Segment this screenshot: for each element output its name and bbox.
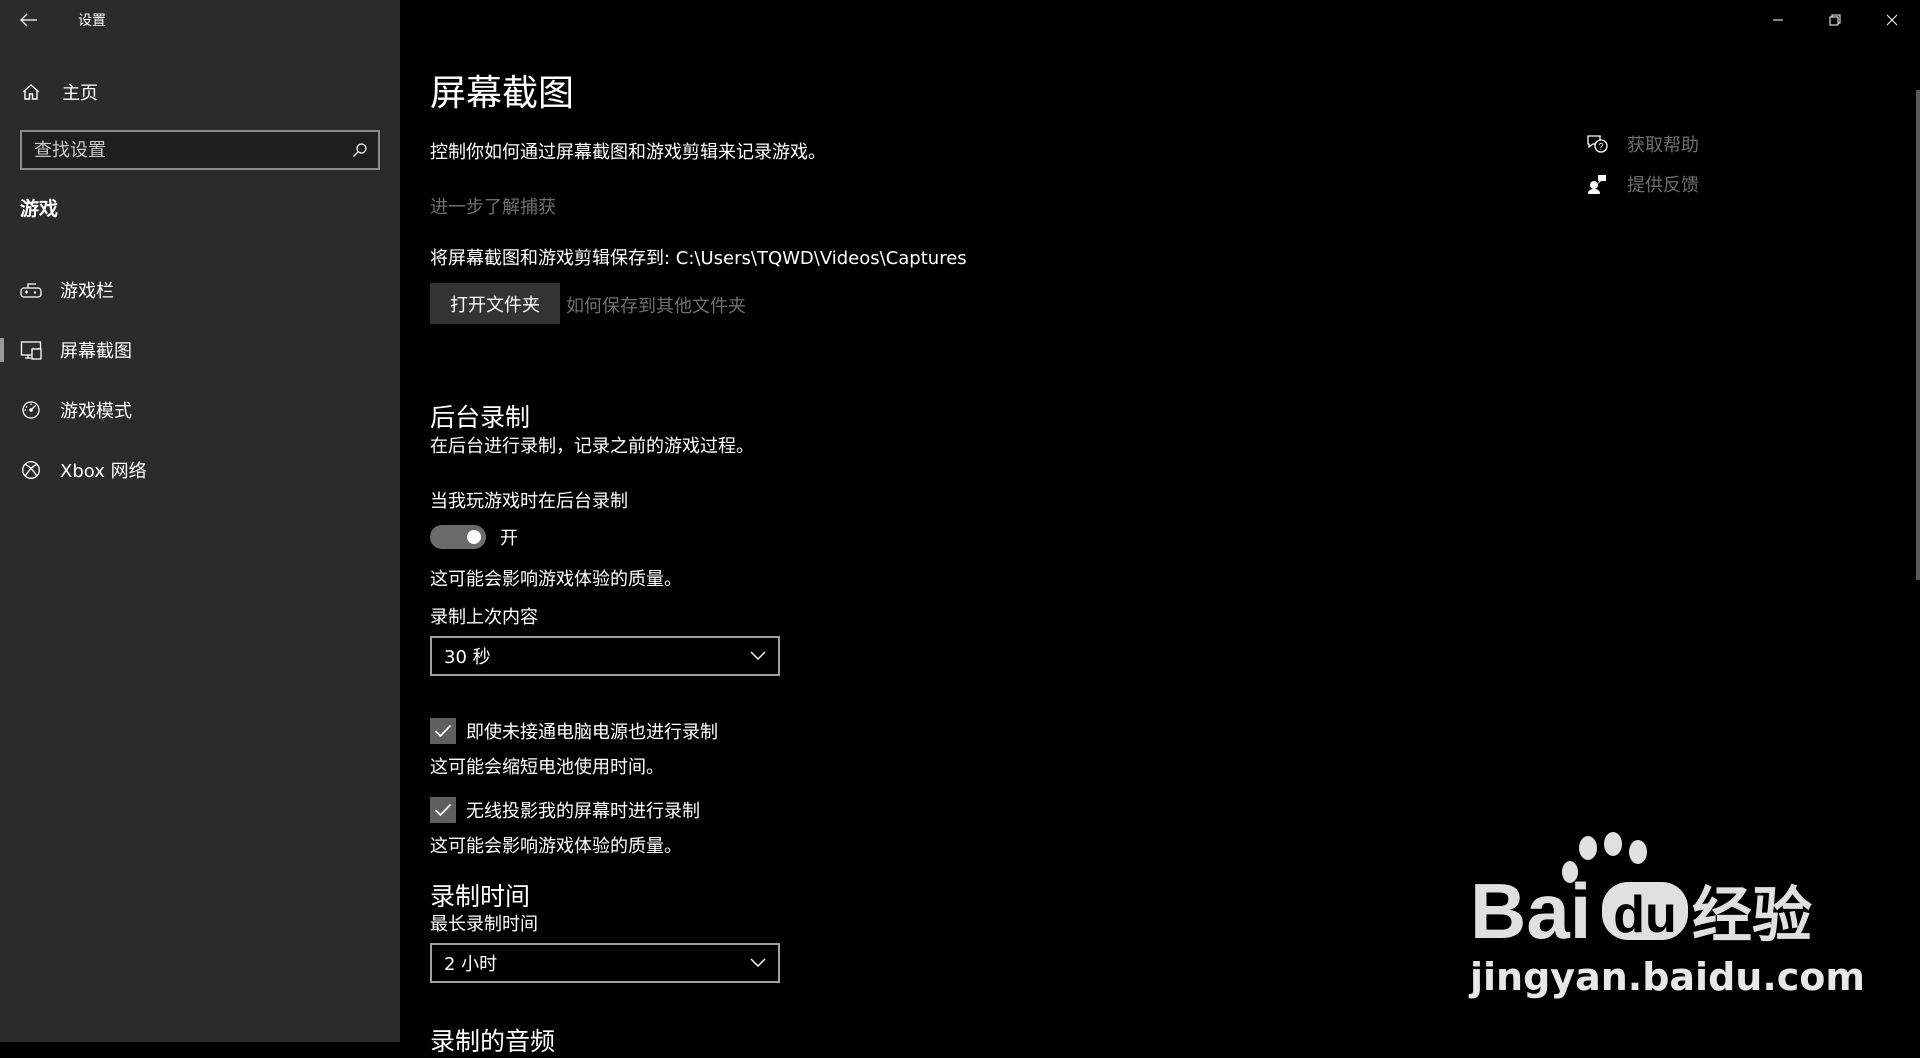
sidebar-item-label: 游戏模式	[60, 401, 132, 422]
wireless-record-checkbox-row[interactable]: 无线投影我的屏幕时进行录制	[430, 797, 700, 823]
main-content: 屏幕截图 控制你如何通过屏幕截图和游戏剪辑来记录游戏。 进一步了解捕获 将屏幕截…	[400, 0, 1920, 1056]
svg-text:?: ?	[1598, 142, 1603, 152]
app-title: 设置	[78, 13, 106, 29]
max-recording-length-dropdown[interactable]: 2 小时	[430, 943, 780, 983]
sidebar-nav: 游戏栏 屏幕截图 游戏模式 Xbox 网络	[0, 260, 400, 500]
sidebar: 设置 主页 游戏 游戏栏	[0, 0, 400, 1042]
restore-button[interactable]	[1806, 0, 1863, 40]
battery-note: 这可能会缩短电池使用时间。	[430, 757, 664, 778]
learn-more-link[interactable]: 进一步了解捕获	[430, 193, 556, 219]
sidebar-item-home[interactable]: 主页	[0, 72, 400, 112]
checkmark-icon	[434, 803, 452, 817]
search-box	[20, 130, 380, 170]
get-help-link[interactable]: ? 获取帮助	[1585, 124, 1699, 164]
toggle-state-label: 开	[500, 528, 518, 549]
svg-text:du: du	[1613, 886, 1677, 944]
close-icon	[1886, 14, 1897, 26]
minimize-button[interactable]	[1749, 0, 1806, 40]
back-button[interactable]	[0, 0, 58, 40]
wireless-note: 这可能会影响游戏体验的质量。	[430, 836, 682, 857]
sidebar-item-captures[interactable]: 屏幕截图	[0, 320, 400, 380]
background-recording-heading: 后台录制	[430, 403, 531, 432]
wireless-record-label: 无线投影我的屏幕时进行录制	[466, 801, 700, 822]
background-recording-toggle-row: 开	[430, 524, 518, 550]
get-help-label: 获取帮助	[1627, 135, 1699, 156]
background-recording-description: 在后台进行录制，记录之前的游戏过程。	[430, 436, 754, 457]
svg-text:经验: 经验	[1692, 881, 1812, 950]
recording-length-heading: 录制时间	[430, 882, 531, 911]
baidu-jingyan-logo: Bai du 经验	[1470, 832, 1812, 950]
battery-record-label: 即使未接通电脑电源也进行录制	[466, 722, 718, 743]
recorded-audio-heading: 录制的音频	[430, 1027, 556, 1056]
window-controls	[1749, 0, 1920, 40]
checkmark-icon	[434, 724, 452, 738]
chat-help-icon: ?	[1585, 132, 1609, 156]
captures-icon	[20, 339, 42, 361]
toggle-knob	[467, 530, 481, 544]
open-folder-button[interactable]: 打开文件夹	[430, 283, 560, 324]
game-bar-icon	[20, 279, 42, 301]
max-recording-length-value: 2 小时	[444, 954, 498, 975]
battery-record-checkbox-row[interactable]: 即使未接通电脑电源也进行录制	[430, 718, 718, 744]
sidebar-item-game-mode[interactable]: 游戏模式	[0, 380, 400, 440]
page-title: 屏幕截图	[430, 73, 575, 114]
record-last-label: 录制上次内容	[430, 607, 538, 628]
svg-text:Bai: Bai	[1470, 867, 1591, 950]
title-bar: 设置	[0, 0, 400, 40]
save-path-text: 将屏幕截图和游戏剪辑保存到: C:\Users\TQWD\Videos\Capt…	[430, 248, 967, 269]
max-recording-length-label: 最长录制时间	[430, 914, 538, 935]
background-recording-toggle-label: 当我玩游戏时在后台录制	[430, 491, 628, 512]
feedback-label: 提供反馈	[1627, 175, 1699, 196]
xbox-icon	[20, 459, 42, 481]
sidebar-item-label: 游戏栏	[60, 281, 114, 302]
page-description: 控制你如何通过屏幕截图和游戏剪辑来记录游戏。	[430, 142, 826, 163]
sidebar-section-header: 游戏	[20, 198, 59, 220]
scrollbar[interactable]	[1916, 90, 1920, 580]
watermark-url: jingyan.baidu.com	[1470, 955, 1865, 999]
sidebar-item-label: Xbox 网络	[60, 461, 147, 482]
baidu-watermark: Bai du 经验 jingyan.baidu.com	[1470, 830, 1865, 1010]
feedback-link[interactable]: 提供反馈	[1585, 164, 1699, 204]
help-panel: ? 获取帮助 提供反馈	[1585, 124, 1699, 204]
record-last-value: 30 秒	[444, 647, 491, 668]
search-input[interactable]	[22, 132, 342, 168]
home-icon	[20, 81, 42, 103]
toggle-note: 这可能会影响游戏体验的质量。	[430, 569, 682, 590]
record-last-dropdown[interactable]: 30 秒	[430, 636, 780, 676]
restore-icon	[1829, 14, 1840, 26]
battery-record-checkbox[interactable]	[430, 718, 456, 744]
background-recording-toggle[interactable]	[430, 525, 486, 549]
chevron-down-icon	[750, 958, 766, 967]
chevron-down-icon	[750, 651, 766, 660]
save-elsewhere-link[interactable]: 如何保存到其他文件夹	[566, 292, 746, 318]
sidebar-item-label: 屏幕截图	[60, 341, 132, 362]
game-mode-icon	[20, 399, 42, 421]
minimize-icon	[1772, 19, 1783, 21]
feedback-icon	[1585, 172, 1609, 196]
sidebar-item-xbox-network[interactable]: Xbox 网络	[0, 440, 400, 500]
sidebar-item-game-bar[interactable]: 游戏栏	[0, 260, 400, 320]
wireless-record-checkbox[interactable]	[430, 797, 456, 823]
close-button[interactable]	[1863, 0, 1920, 40]
back-arrow-icon	[20, 13, 37, 27]
home-label: 主页	[62, 83, 98, 104]
search-icon[interactable]	[342, 132, 378, 168]
